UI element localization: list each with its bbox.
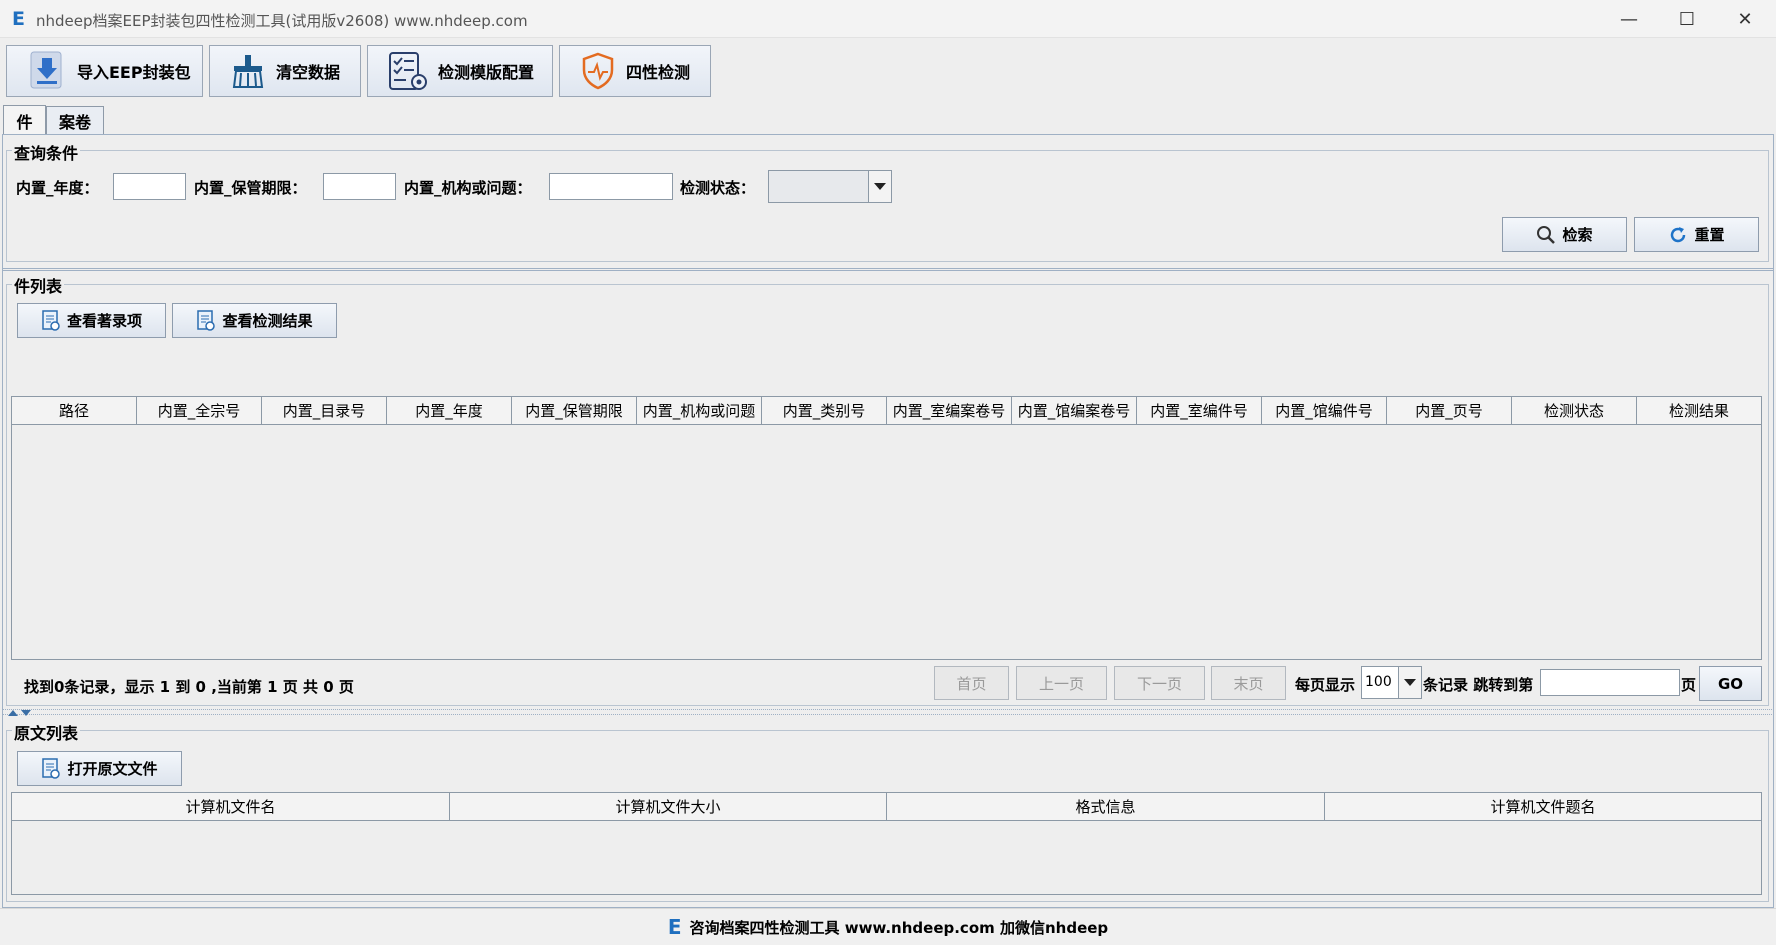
- title-bar: E nhdeep档案EEP封装包四性检测工具(试用版v2608) www.nhd…: [0, 0, 1776, 38]
- maximize-icon: ☐: [1678, 8, 1696, 30]
- footer-text: 咨询档案四性检测工具 www.nhdeep.com 加微信nhdeep: [689, 918, 1109, 937]
- column-header[interactable]: 内置_室编件号: [1137, 397, 1262, 424]
- clear-data-button[interactable]: 清空数据: [209, 45, 361, 97]
- chevron-down-icon: [874, 182, 886, 190]
- record-summary: 找到0条记录，显示 1 到 0 ,当前第 1 页 共 0 页: [24, 678, 354, 696]
- open-original-label: 打开原文文件: [67, 760, 158, 778]
- status-select[interactable]: [768, 170, 869, 203]
- view-catalog-label: 查看著录项: [66, 312, 142, 330]
- per-page-select[interactable]: 100: [1361, 666, 1400, 699]
- prev-page-button[interactable]: 上一页: [1016, 666, 1107, 700]
- column-header[interactable]: 内置_目录号: [262, 397, 387, 424]
- go-button[interactable]: GO: [1699, 666, 1762, 701]
- refresh-icon: [1671, 226, 1686, 242]
- page-suffix-label: 页: [1681, 676, 1697, 694]
- records-jump-label: 条记录 跳转到第: [1423, 676, 1534, 694]
- per-page-dropdown-button[interactable]: [1398, 666, 1422, 699]
- column-header[interactable]: 计算机文件题名: [1325, 793, 1761, 820]
- template-config-button[interactable]: 检测模版配置: [367, 45, 553, 97]
- column-header[interactable]: 内置_年度: [387, 397, 512, 424]
- status-label: 检测状态：: [680, 179, 756, 197]
- reset-label: 重置: [1694, 226, 1725, 244]
- items-table-header: 路径 内置_全宗号 内置_目录号 内置_年度 内置_保管期限 内置_机构或问题 …: [12, 397, 1761, 425]
- column-header[interactable]: 内置_馆编案卷号: [1012, 397, 1137, 424]
- per-page-value: 100: [1365, 674, 1392, 690]
- shield-pulse-icon: [582, 52, 614, 90]
- retention-input[interactable]: [323, 173, 396, 200]
- column-header[interactable]: 内置_全宗号: [137, 397, 262, 424]
- view-result-label: 查看检测结果: [222, 312, 313, 330]
- reset-button[interactable]: 重置: [1634, 217, 1759, 252]
- tab-volume[interactable]: 案卷: [46, 106, 104, 134]
- document-view-icon: [197, 309, 216, 331]
- originals-table: 计算机文件名 计算机文件大小 格式信息 计算机文件题名: [11, 792, 1762, 895]
- import-icon: [30, 51, 62, 89]
- chevron-down-icon: [1404, 678, 1416, 686]
- four-check-label: 四性检测: [626, 63, 691, 82]
- column-header[interactable]: 计算机文件大小: [450, 793, 887, 820]
- first-page-button[interactable]: 首页: [934, 666, 1009, 700]
- column-header[interactable]: 内置_页号: [1387, 397, 1512, 424]
- maximize-button[interactable]: ☐: [1658, 0, 1716, 38]
- column-header[interactable]: 内置_室编案卷号: [887, 397, 1012, 424]
- query-legend: 查询条件: [12, 140, 81, 164]
- next-page-button[interactable]: 下一页: [1114, 666, 1205, 700]
- broom-icon: [232, 55, 264, 88]
- open-original-button[interactable]: 打开原文文件: [17, 751, 182, 786]
- import-eep-label: 导入EEP封装包: [77, 63, 191, 82]
- year-label: 内置_年度：: [16, 179, 99, 197]
- splitter-top[interactable]: [2, 268, 1774, 271]
- year-input[interactable]: [113, 173, 186, 200]
- view-catalog-button[interactable]: 查看著录项: [17, 303, 166, 338]
- footer-bar: E 咨询档案四性检测工具 www.nhdeep.com 加微信nhdeep: [0, 908, 1776, 945]
- minimize-icon: —: [1620, 8, 1638, 30]
- import-eep-button[interactable]: 导入EEP封装包: [6, 45, 203, 97]
- page-jump-input[interactable]: [1540, 669, 1680, 696]
- search-label: 检索: [1562, 226, 1593, 244]
- tab-item[interactable]: 件: [3, 105, 46, 135]
- status-dropdown-button[interactable]: [868, 170, 892, 203]
- template-config-label: 检测模版配置: [438, 63, 535, 82]
- window-title: nhdeep档案EEP封装包四性检测工具(试用版v2608) www.nhdee…: [36, 12, 528, 30]
- splitter-bottom[interactable]: [2, 709, 1774, 716]
- search-icon: [1537, 225, 1556, 244]
- close-button[interactable]: ✕: [1716, 0, 1774, 38]
- originals-legend: 原文列表: [12, 720, 81, 744]
- items-table: 路径 内置_全宗号 内置_目录号 内置_年度 内置_保管期限 内置_机构或问题 …: [11, 396, 1762, 660]
- column-header[interactable]: 内置_类别号: [762, 397, 887, 424]
- clear-data-label: 清空数据: [276, 63, 341, 82]
- org-label: 内置_机构或问题：: [404, 179, 532, 197]
- minimize-button[interactable]: —: [1600, 0, 1658, 38]
- document-view-icon: [42, 757, 61, 779]
- items-legend: 件列表: [12, 273, 65, 297]
- column-header[interactable]: 检测结果: [1637, 397, 1761, 424]
- footer-logo: E: [667, 915, 682, 939]
- per-page-label: 每页显示: [1295, 676, 1356, 694]
- search-button[interactable]: 检索: [1502, 217, 1627, 252]
- column-header[interactable]: 内置_馆编件号: [1262, 397, 1387, 424]
- column-header[interactable]: 格式信息: [887, 793, 1325, 820]
- originals-table-header: 计算机文件名 计算机文件大小 格式信息 计算机文件题名: [12, 793, 1761, 821]
- four-check-button[interactable]: 四性检测: [559, 45, 711, 97]
- view-result-button[interactable]: 查看检测结果: [172, 303, 337, 338]
- collapse-arrows-icon[interactable]: [8, 710, 32, 716]
- app-logo: E: [12, 8, 25, 30]
- close-icon: ✕: [1737, 8, 1753, 30]
- column-header[interactable]: 内置_机构或问题: [637, 397, 762, 424]
- column-header[interactable]: 路径: [12, 397, 137, 424]
- column-header[interactable]: 检测状态: [1512, 397, 1637, 424]
- column-header[interactable]: 内置_保管期限: [512, 397, 637, 424]
- retention-label: 内置_保管期限：: [194, 179, 307, 197]
- last-page-button[interactable]: 末页: [1211, 666, 1286, 700]
- column-header[interactable]: 计算机文件名: [12, 793, 450, 820]
- org-input[interactable]: [549, 173, 673, 200]
- checklist-gear-icon: [389, 52, 427, 90]
- document-view-icon: [42, 309, 60, 331]
